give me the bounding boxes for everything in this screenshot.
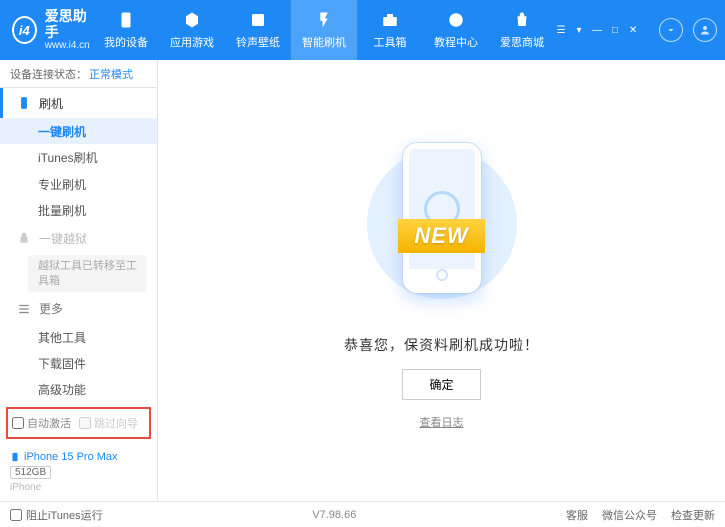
- nav-label: 我的设备: [104, 34, 148, 50]
- nav-store[interactable]: 爱思商城: [489, 0, 555, 60]
- sidebar-item-itunes-flash[interactable]: iTunes刷机: [0, 144, 157, 170]
- window-tool-icon[interactable]: ☰: [555, 24, 567, 36]
- lock-icon: [17, 231, 31, 245]
- skip-guide-checkbox[interactable]: [79, 417, 91, 429]
- nav-ringtones-wallpapers[interactable]: 铃声壁纸: [225, 0, 291, 60]
- nav-label: 教程中心: [434, 34, 478, 50]
- nav-label: 应用游戏: [170, 34, 214, 50]
- sidebar: 设备连接状态： 正常模式 刷机 一键刷机 iTunes刷机 专业刷机 批量刷机 …: [0, 60, 158, 501]
- logo-area: i4 爱思助手 www.i4.cn: [12, 9, 93, 51]
- sidebar-item-one-key-flash[interactable]: 一键刷机: [0, 118, 157, 144]
- sidebar-item-advanced[interactable]: 高级功能: [0, 377, 157, 403]
- new-banner: NEW: [398, 219, 484, 253]
- header-right: ☰ ▾ — □ ✕: [555, 18, 717, 42]
- device-name-text: iPhone 15 Pro Max: [24, 451, 118, 463]
- maximize-icon[interactable]: □: [609, 24, 621, 36]
- device-storage: 512GB: [10, 466, 51, 479]
- footer: 阻止iTunes运行 V7.98.66 客服 微信公众号 检查更新: [0, 501, 725, 527]
- nav-label: 铃声壁纸: [236, 34, 280, 50]
- footer-link-wechat[interactable]: 微信公众号: [602, 507, 657, 523]
- book-icon: [446, 10, 466, 30]
- nav-label: 爱思商城: [500, 34, 544, 50]
- group-label: 一键越狱: [39, 230, 87, 247]
- footer-link-update[interactable]: 检查更新: [671, 507, 715, 523]
- nav-my-device[interactable]: 我的设备: [93, 0, 159, 60]
- block-itunes-option[interactable]: 阻止iTunes运行: [10, 507, 103, 523]
- block-itunes-label: 阻止iTunes运行: [26, 507, 103, 523]
- window-tool-icon[interactable]: ▾: [573, 24, 585, 36]
- nav-label: 工具箱: [374, 34, 407, 50]
- nav-smart-flash[interactable]: 智能刷机: [291, 0, 357, 60]
- device-name[interactable]: iPhone 15 Pro Max: [10, 451, 147, 463]
- block-itunes-checkbox[interactable]: [10, 509, 22, 521]
- logo-icon: i4: [12, 16, 37, 44]
- option-skip-guide[interactable]: 跳过向导: [79, 415, 138, 431]
- phone-icon: [10, 451, 20, 463]
- status-label: 设备连接状态：: [10, 66, 87, 82]
- phone-icon: [116, 10, 136, 30]
- window-controls: ☰ ▾ — □ ✕: [555, 24, 639, 36]
- app-title: 爱思助手: [45, 9, 93, 40]
- ok-button[interactable]: 确定: [402, 369, 480, 400]
- sidebar-group-flash[interactable]: 刷机: [0, 88, 157, 118]
- main-content: NEW 恭喜您，保资料刷机成功啦！ 确定 查看日志: [158, 60, 725, 501]
- group-label: 刷机: [39, 95, 63, 112]
- footer-link-support[interactable]: 客服: [566, 507, 588, 523]
- nav-tutorials[interactable]: 教程中心: [423, 0, 489, 60]
- user-button[interactable]: [693, 18, 717, 42]
- minimize-icon[interactable]: —: [591, 24, 603, 36]
- option-auto-activate[interactable]: 自动激活: [12, 415, 71, 431]
- footer-links: 客服 微信公众号 检查更新: [566, 507, 715, 523]
- app-url: www.i4.cn: [45, 40, 93, 51]
- device-info: iPhone 15 Pro Max 512GB iPhone: [0, 447, 157, 501]
- toolbox-icon: [380, 10, 400, 30]
- view-log-link[interactable]: 查看日志: [420, 414, 464, 430]
- sidebar-group-more[interactable]: 更多: [0, 294, 157, 324]
- sidebar-group-jailbreak: 一键越狱: [0, 224, 157, 254]
- close-icon[interactable]: ✕: [627, 24, 639, 36]
- app-header: i4 爱思助手 www.i4.cn 我的设备 应用游戏 铃声壁纸 智能刷机 工具…: [0, 0, 725, 60]
- nav-label: 智能刷机: [302, 34, 346, 50]
- version-label: V7.98.66: [103, 509, 566, 521]
- sidebar-item-download-firmware[interactable]: 下载固件: [0, 350, 157, 376]
- success-illustration: NEW: [357, 131, 527, 321]
- device-status: 设备连接状态： 正常模式: [0, 60, 157, 88]
- wallpaper-icon: [248, 10, 268, 30]
- sidebar-item-other-tools[interactable]: 其他工具: [0, 324, 157, 350]
- sidebar-jailbreak-note: 越狱工具已转移至工具箱: [28, 255, 147, 292]
- success-message: 恭喜您，保资料刷机成功啦！: [344, 335, 539, 355]
- option-label: 跳过向导: [94, 415, 138, 431]
- flash-options-box: 自动激活 跳过向导: [6, 407, 151, 439]
- device-type: iPhone: [10, 482, 147, 493]
- sidebar-item-pro-flash[interactable]: 专业刷机: [0, 171, 157, 197]
- sidebar-item-batch-flash[interactable]: 批量刷机: [0, 197, 157, 223]
- group-label: 更多: [39, 300, 63, 317]
- nav-apps-games[interactable]: 应用游戏: [159, 0, 225, 60]
- apps-icon: [182, 10, 202, 30]
- nav-toolbox[interactable]: 工具箱: [357, 0, 423, 60]
- more-icon: [17, 302, 31, 316]
- store-icon: [512, 10, 532, 30]
- status-mode: 正常模式: [89, 66, 133, 82]
- download-button[interactable]: [659, 18, 683, 42]
- top-nav: 我的设备 应用游戏 铃声壁纸 智能刷机 工具箱 教程中心 爱思商城: [93, 0, 555, 60]
- flash-icon: [314, 10, 334, 30]
- option-label: 自动激活: [27, 415, 71, 431]
- device-icon: [17, 96, 31, 110]
- auto-activate-checkbox[interactable]: [12, 417, 24, 429]
